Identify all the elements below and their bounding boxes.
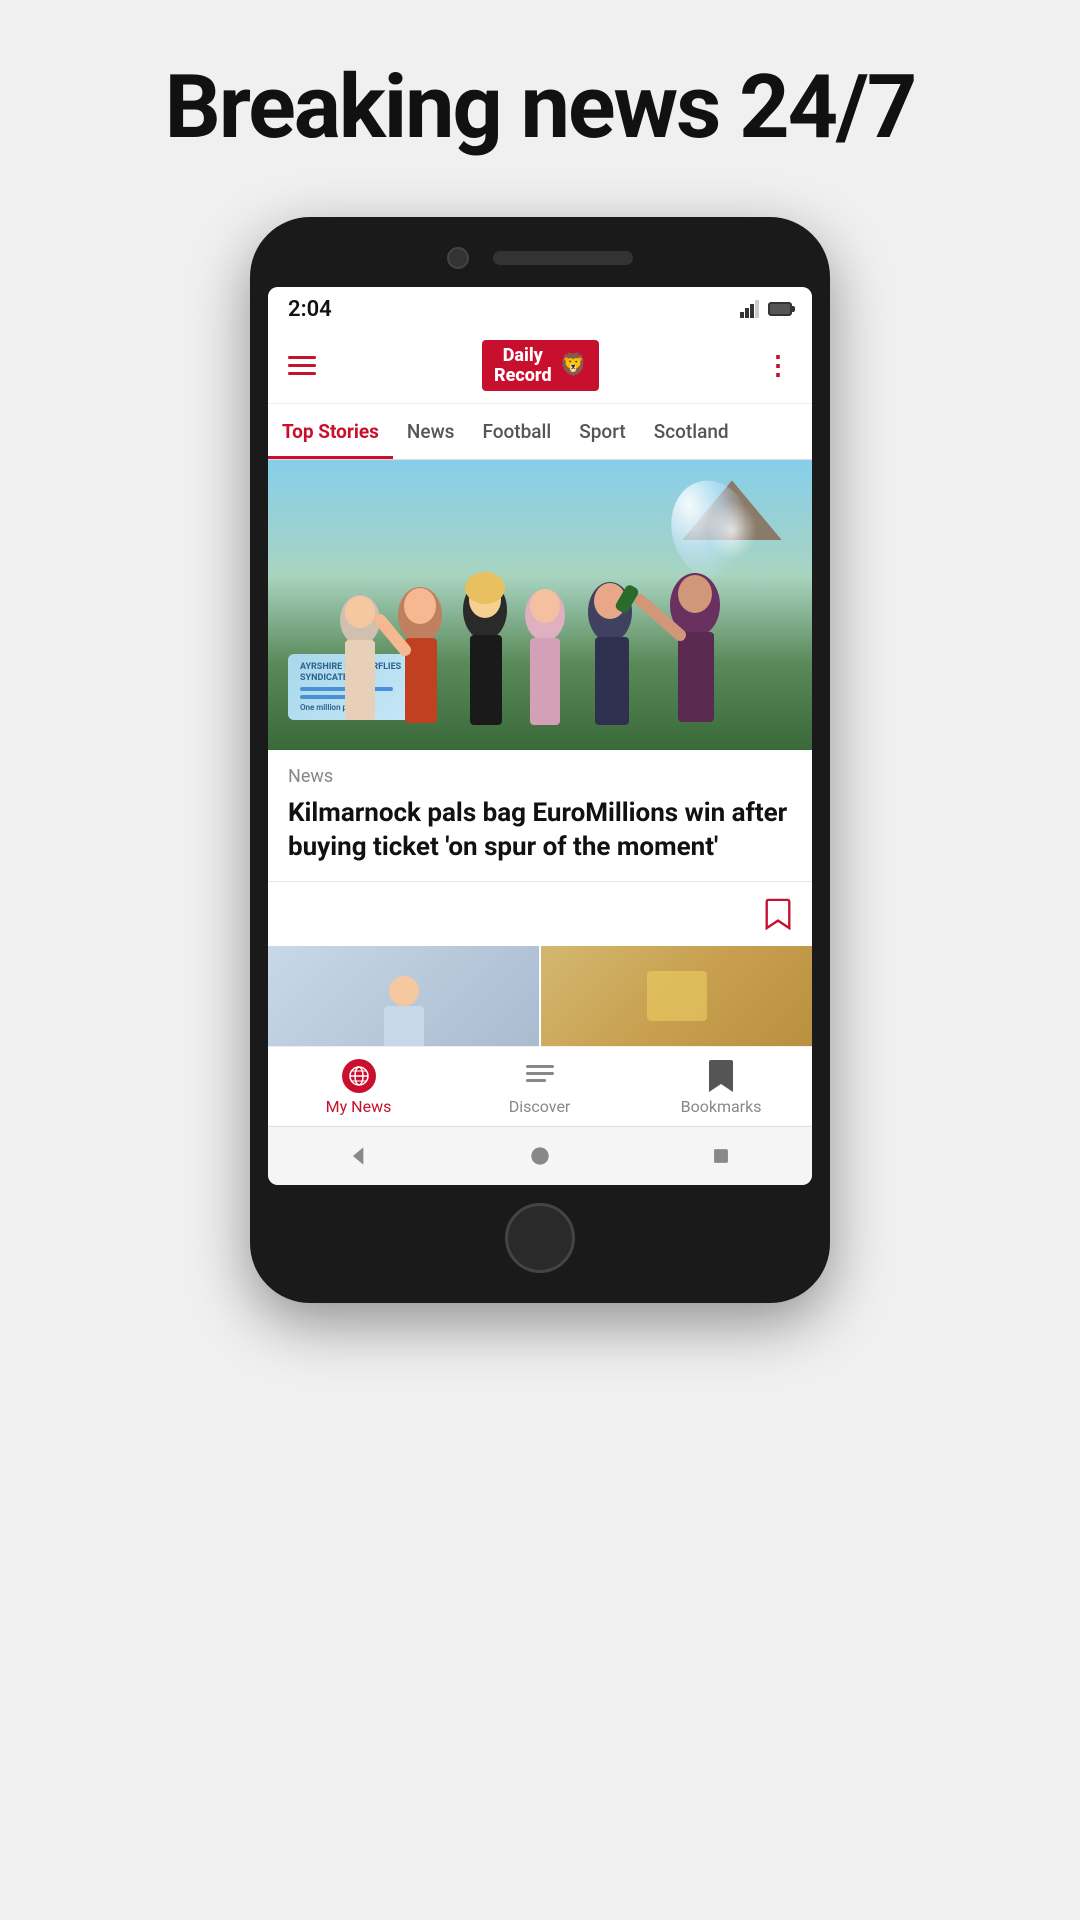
phone-screen: 2:04 Daily	[268, 287, 812, 1185]
phone-top-bar	[268, 247, 812, 269]
article-title[interactable]: Kilmarnock pals bag EuroMillions win aft…	[288, 797, 792, 865]
phone-home-button[interactable]	[505, 1203, 575, 1273]
status-time: 2:04	[288, 297, 332, 322]
discover-icon	[523, 1059, 557, 1093]
thumbnail-right[interactable]	[541, 946, 812, 1046]
phone-bottom-bar	[268, 1203, 812, 1273]
battery-icon	[768, 302, 792, 316]
my-news-icon	[342, 1059, 376, 1093]
front-camera	[447, 247, 469, 269]
logo-text-line1: Daily	[503, 346, 543, 366]
android-home-button[interactable]	[525, 1141, 555, 1171]
tab-football[interactable]: Football	[468, 404, 565, 459]
tab-scotland[interactable]: Scotland	[640, 404, 743, 459]
more-options-button[interactable]: ⋮	[765, 351, 792, 381]
bookmark-button[interactable]	[764, 898, 792, 930]
bottom-nav-discover[interactable]: Discover	[500, 1059, 580, 1116]
article-footer	[288, 882, 792, 930]
app-header: Daily Record 🦁 ⋮	[268, 328, 812, 405]
bottom-nav: My News Discover	[268, 1046, 812, 1126]
status-icons	[740, 300, 792, 318]
tab-news[interactable]: News	[393, 404, 469, 459]
signal-icon	[740, 300, 760, 318]
discover-label: Discover	[509, 1097, 571, 1116]
bookmarks-label: Bookmarks	[681, 1097, 762, 1116]
my-news-label: My News	[326, 1097, 392, 1116]
bottom-nav-my-news[interactable]: My News	[319, 1059, 399, 1116]
thumbnail-row	[268, 946, 812, 1046]
article-card: News Kilmarnock pals bag EuroMillions wi…	[268, 750, 812, 946]
logo-text-line2: Record	[494, 366, 552, 386]
logo-lion-icon: 🦁	[560, 353, 587, 378]
bottom-nav-bookmarks[interactable]: Bookmarks	[681, 1059, 762, 1116]
android-nav-bar	[268, 1126, 812, 1185]
celebration-people	[268, 530, 812, 750]
article-category: News	[288, 766, 792, 787]
thumbnail-left[interactable]	[268, 946, 539, 1046]
article-hero-image: AYRSHIRE BUTTERFLIES SYNDICATE One milli…	[268, 460, 812, 750]
hamburger-menu-button[interactable]	[288, 356, 316, 375]
phone-shell: 2:04 Daily	[250, 217, 830, 1303]
tab-sport[interactable]: Sport	[565, 404, 639, 459]
bookmarks-icon	[704, 1059, 738, 1093]
android-recents-button[interactable]	[706, 1141, 736, 1171]
speaker-grille	[493, 251, 633, 265]
app-logo: Daily Record 🦁	[482, 340, 599, 392]
android-back-button[interactable]	[344, 1141, 374, 1171]
nav-tabs: Top Stories News Football Sport Scotland	[268, 404, 812, 460]
status-bar: 2:04	[268, 287, 812, 328]
tab-top-stories[interactable]: Top Stories	[268, 404, 393, 459]
page-headline: Breaking news 24/7	[165, 60, 916, 157]
